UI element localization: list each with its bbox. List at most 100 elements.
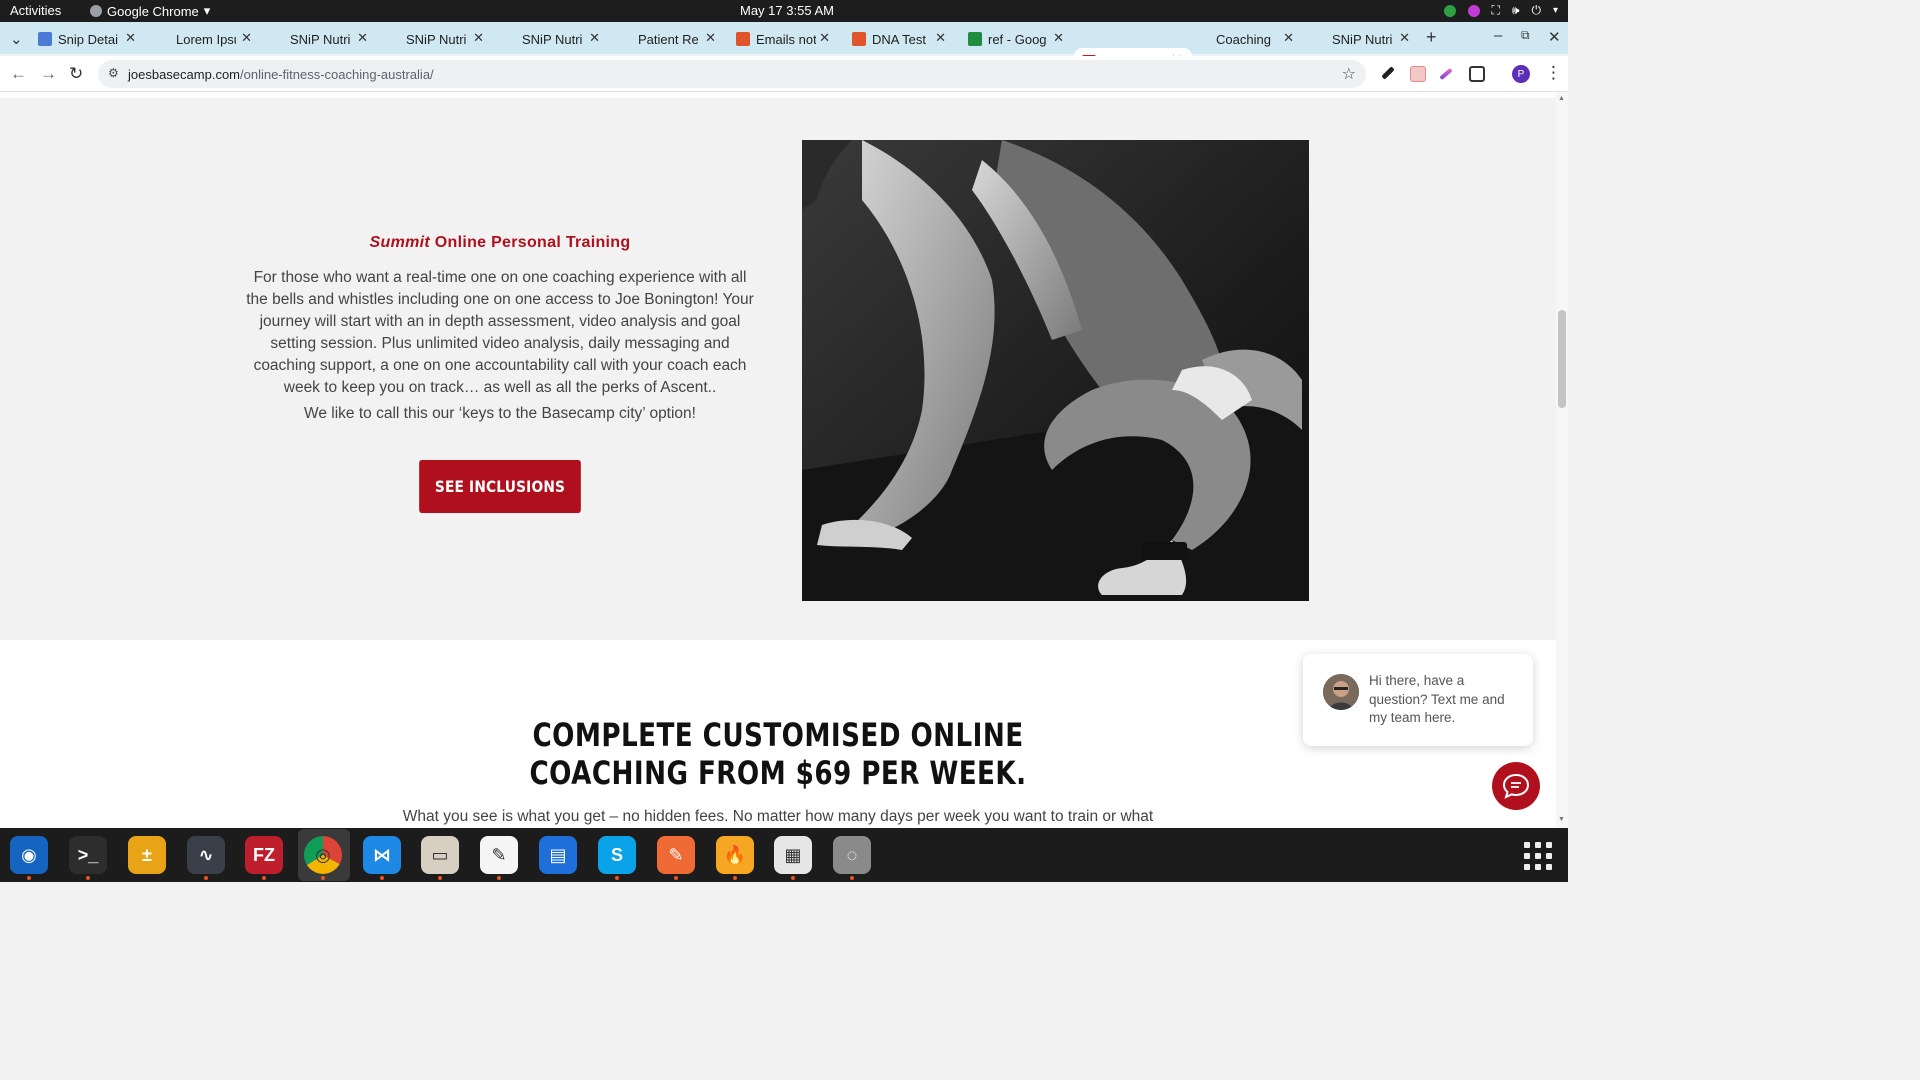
- tab-favicon-icon: [852, 32, 866, 46]
- tab-close-icon[interactable]: ✕: [589, 30, 600, 46]
- tab-title: Emails not: [756, 31, 816, 47]
- scroll-up-icon[interactable]: ▲: [1558, 95, 1565, 102]
- clock[interactable]: May 17 3:55 AM: [740, 3, 834, 18]
- tab-close-icon[interactable]: ✕: [1283, 30, 1294, 46]
- tab-7[interactable]: Emails not ✕: [736, 26, 832, 52]
- running-indicator: [321, 876, 325, 880]
- profile-avatar-icon[interactable]: P: [1512, 65, 1530, 83]
- summit-description: For those who want a real-time one on on…: [246, 269, 754, 396]
- system-monitor-icon[interactable]: ∿: [187, 836, 225, 874]
- tab-close-icon[interactable]: ✕: [473, 30, 484, 46]
- tab-6[interactable]: Patient Re ✕: [618, 26, 718, 52]
- document-viewer-icon[interactable]: ▦: [774, 836, 812, 874]
- pen-extension-icon[interactable]: [1439, 67, 1453, 81]
- forward-icon[interactable]: →: [40, 64, 57, 84]
- calculator-icon[interactable]: ±: [128, 836, 166, 874]
- more-menu-icon[interactable]: ⋮: [1545, 63, 1562, 83]
- athlete-image: [802, 140, 1309, 601]
- color-picker-icon[interactable]: [1467, 4, 1480, 17]
- network-icon[interactable]: ⛶: [1492, 3, 1500, 18]
- system-top-bar: Activities Google Chrome ▾ May 17 3:55 A…: [0, 0, 1568, 22]
- files-icon[interactable]: ▭: [421, 836, 459, 874]
- terminal-icon[interactable]: >_: [69, 836, 107, 874]
- restore-icon[interactable]: ⧉: [1521, 28, 1530, 43]
- scrollbar-thumb[interactable]: [1558, 310, 1566, 408]
- see-inclusions-button[interactable]: SEE INCLUSIONS: [419, 460, 581, 513]
- back-icon[interactable]: ←: [10, 64, 27, 84]
- tab-close-icon[interactable]: ✕: [357, 30, 368, 46]
- tab-4[interactable]: SNiP Nutri ✕: [386, 26, 486, 52]
- chrome-icon[interactable]: ◎: [304, 836, 342, 874]
- tab-favicon-icon: [38, 32, 52, 46]
- url-domain: joesbasecamp.com: [128, 66, 240, 82]
- chevron-down-icon: ▾: [203, 3, 211, 18]
- volume-icon[interactable]: 🕪: [1512, 3, 1520, 18]
- shield-check-icon[interactable]: [1443, 4, 1456, 17]
- chat-launcher-button[interactable]: [1492, 762, 1540, 810]
- tab-title: SNiP Nutri: [1332, 31, 1392, 47]
- tab-3[interactable]: SNiP Nutri ✕: [270, 26, 370, 52]
- tab-8[interactable]: DNA Test ✕: [852, 26, 948, 52]
- tab-close-icon[interactable]: ✕: [125, 30, 136, 46]
- summit-heading: Summit Online Personal Training: [245, 234, 755, 252]
- bookmark-star-icon[interactable]: ☆: [1342, 64, 1356, 84]
- eyedropper-extension-icon[interactable]: [1381, 66, 1395, 80]
- app-menu[interactable]: Google Chrome ▾: [90, 3, 210, 19]
- tab-search-icon[interactable]: ⌄: [10, 30, 23, 48]
- tab-9[interactable]: ref - Goog ✕: [968, 26, 1066, 52]
- skype-icon[interactable]: S: [598, 836, 636, 874]
- tab-title: SNiP Nutri: [406, 31, 466, 47]
- url-path: /online-fitness-coaching-australia/: [240, 66, 434, 82]
- tab-2[interactable]: Lorem Ipsu ✕: [156, 26, 254, 52]
- system-tray[interactable]: ⛶ 🕪 ⏻ ▾: [1443, 3, 1558, 18]
- minimize-icon[interactable]: –: [1494, 27, 1502, 44]
- summit-tagline: We like to call this our ‘keys to the Ba…: [304, 405, 696, 422]
- tab-favicon-icon: [1196, 32, 1210, 46]
- running-indicator: [615, 876, 619, 880]
- tab-close-icon[interactable]: ✕: [1399, 30, 1410, 46]
- browser-toolbar: ← → ↻ ⚙ joesbasecamp.com/online-fitness-…: [0, 56, 1568, 92]
- tab-5[interactable]: SNiP Nutri ✕: [502, 26, 602, 52]
- tab-favicon-icon: [270, 32, 284, 46]
- calendar-extension-icon[interactable]: [1410, 66, 1426, 82]
- power-icon[interactable]: ⏻: [1531, 3, 1541, 18]
- scroll-down-icon[interactable]: ▼: [1558, 816, 1565, 823]
- extensions-puzzle-icon[interactable]: [1469, 66, 1485, 82]
- running-indicator: [27, 876, 31, 880]
- tab-12[interactable]: SNiP Nutri ✕: [1312, 26, 1412, 52]
- tab-favicon-icon: [618, 32, 632, 46]
- tab-1[interactable]: Snip Detai ✕: [38, 26, 138, 52]
- flame-icon[interactable]: 🔥: [716, 836, 754, 874]
- address-bar[interactable]: ⚙ joesbasecamp.com/online-fitness-coachi…: [98, 60, 1366, 88]
- show-apps-grid-icon[interactable]: [1524, 842, 1552, 870]
- filezilla-icon[interactable]: FZ: [245, 836, 283, 874]
- site-info-icon[interactable]: ⚙: [108, 66, 119, 80]
- text-editor-icon[interactable]: ✎: [480, 836, 518, 874]
- vscode-icon[interactable]: ⋈: [363, 836, 401, 874]
- summit-heading-emphasis: Summit: [369, 234, 431, 251]
- tab-title: Snip Detai: [58, 31, 118, 47]
- chevron-down-icon[interactable]: ▾: [1553, 5, 1558, 16]
- postman-icon[interactable]: ✎: [657, 836, 695, 874]
- tab-title: SNiP Nutri: [290, 31, 350, 47]
- activities-button[interactable]: Activities: [10, 3, 61, 18]
- tab-11[interactable]: Coaching ✕: [1196, 26, 1296, 52]
- tab-close-icon[interactable]: ✕: [1053, 30, 1064, 46]
- coach-avatar: [1323, 674, 1359, 710]
- reload-icon[interactable]: ↻: [69, 64, 83, 84]
- tab-close-icon[interactable]: ✕: [935, 30, 946, 46]
- tab-favicon-icon: [1312, 32, 1326, 46]
- libreoffice-writer-icon[interactable]: ▤: [539, 836, 577, 874]
- chat-prompt-bubble[interactable]: Hi there, have a question? Text me and m…: [1303, 654, 1533, 746]
- running-indicator: [262, 876, 266, 880]
- running-indicator: [791, 876, 795, 880]
- thunderbird-icon[interactable]: ◉: [10, 836, 48, 874]
- tab-close-icon[interactable]: ✕: [819, 30, 830, 46]
- disk-icon[interactable]: ◌: [833, 836, 871, 874]
- tab-close-icon[interactable]: ✕: [705, 30, 716, 46]
- close-window-icon[interactable]: ✕: [1548, 28, 1561, 46]
- new-tab-icon[interactable]: +: [1426, 27, 1437, 48]
- page-scrollbar[interactable]: ▲ ▼: [1556, 92, 1568, 828]
- tab-close-icon[interactable]: ✕: [241, 30, 252, 46]
- tab-title: DNA Test: [872, 31, 926, 47]
